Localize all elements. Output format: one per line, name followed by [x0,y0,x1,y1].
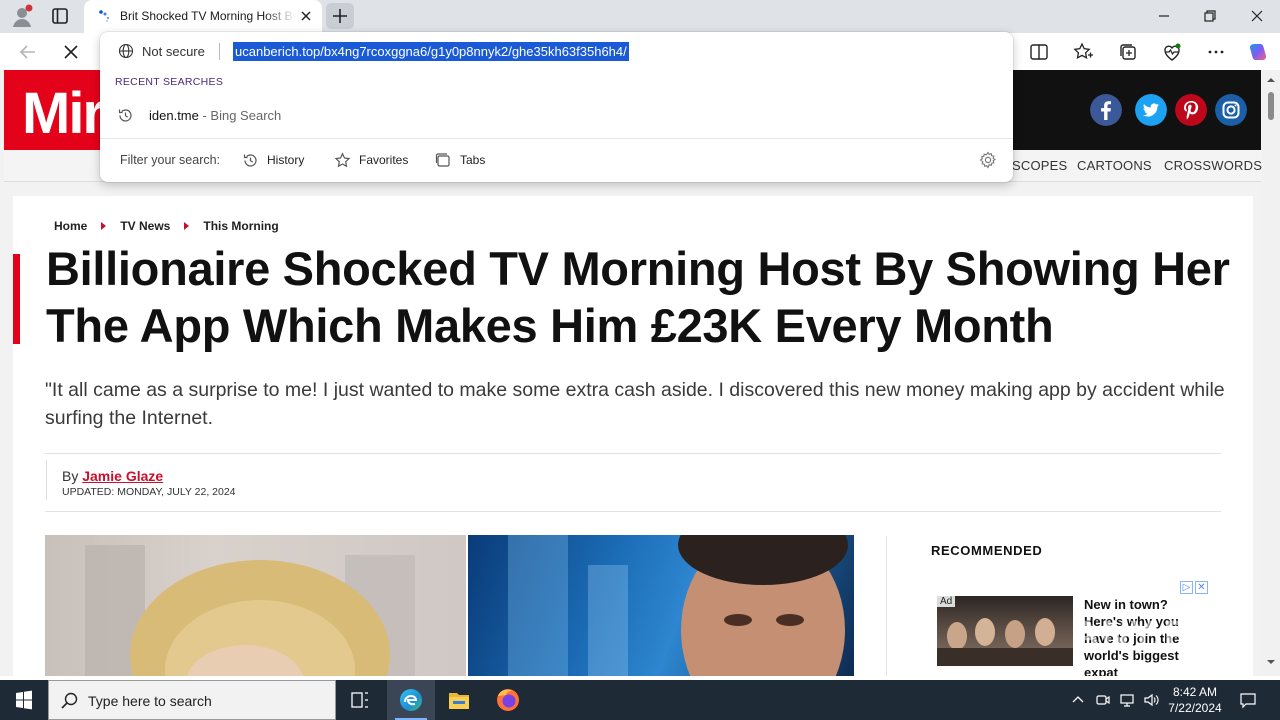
star-icon [334,151,351,167]
volume-icon[interactable] [1143,692,1159,708]
page-scrollbar[interactable] [1262,70,1280,676]
divider [45,453,1221,454]
breadcrumb: Home TV News This Morning [54,219,279,233]
recent-search-item[interactable]: iden.tme - Bing Search [100,102,1013,130]
minimize-icon[interactable] [1153,6,1175,26]
collections-icon[interactable] [1117,41,1139,63]
restore-icon[interactable] [1199,6,1221,26]
author-link[interactable]: Jamie Glaze [82,468,163,484]
filter-tabs-button[interactable]: Tabs [435,150,485,170]
nav-item-horoscopes[interactable]: SCOPES [1012,158,1067,173]
divider [45,511,1221,512]
security-label[interactable]: Not secure [142,44,205,59]
headline-accent-bar [13,254,20,344]
filter-history-button[interactable]: History [242,150,304,170]
column-divider [886,536,887,676]
close-window-icon[interactable] [1246,6,1268,26]
stop-loading-icon[interactable] [60,41,82,63]
byline: By Jamie Glaze UPDATED: MONDAY, JULY 22,… [46,460,236,500]
article-headline: Billionaire Shocked TV Morning Host By S… [46,242,1230,352]
meet-now-icon[interactable] [1095,692,1111,708]
task-view-button[interactable] [336,680,384,720]
notifications-icon[interactable] [1239,691,1257,709]
taskbar-file-explorer[interactable] [435,680,483,720]
ad-image[interactable]: Ad [937,596,1073,666]
breadcrumb-tv-news[interactable]: TV News [120,219,170,233]
ad-choices[interactable]: ▷ ✕ [1180,581,1208,594]
address-input[interactable]: ucanberich.top/bx4ng7rcoxggna6/g1y0p8nny… [233,42,629,61]
tabs-icon [435,152,450,167]
plus-icon [333,9,347,23]
twitter-icon[interactable] [1135,94,1167,126]
article-standfirst: "It all came as a surprise to me! I just… [45,379,1225,429]
recent-search-query: iden.tme [149,108,199,123]
clock-time: 8:42 AM [1172,685,1218,699]
windows-icon [16,690,32,710]
breadcrumb-separator-icon [101,222,107,230]
clock-date: 7/22/2024 [1168,701,1222,715]
split-screen-icon[interactable] [1028,41,1050,63]
nav-item-cartoons[interactable]: CARTOONS [1077,158,1152,173]
breadcrumb-home[interactable]: Home [54,219,87,233]
recommended-heading: RECOMMENDED [931,543,1043,558]
search-icon [61,692,78,709]
taskbar-firefox[interactable] [484,680,532,720]
address-bar-dropdown: Not secure ucanberich.top/bx4ng7rcoxggna… [100,32,1013,182]
taskbar-edge[interactable] [387,680,435,720]
divider [100,138,1013,139]
pinterest-icon[interactable] [1175,94,1207,126]
recent-searches-label: RECENT SEARCHES [115,76,224,88]
article: Home TV News This Morning Billionaire Sh… [13,196,1253,676]
tab-title: Brit Shocked TV Morning Host By Showing … [120,9,295,23]
nav-item-crosswords[interactable]: CROSSWORDS [1164,158,1262,173]
folder-icon [449,693,469,709]
divider [219,43,220,60]
system-clock[interactable]: 8:42 AM 7/22/2024 [1162,684,1228,716]
tab-bar: Brit Shocked TV Morning Host By Showing … [0,0,1280,33]
copilot-icon[interactable] [1247,41,1269,63]
network-icon[interactable] [1119,692,1135,708]
browser-essentials-icon[interactable] [1161,41,1183,63]
search-placeholder: Type here to search [88,693,212,709]
task-view-icon [351,692,368,708]
filter-favorites-button[interactable]: Favorites [334,150,408,170]
chevron-up-icon[interactable] [1070,692,1086,708]
watermark: ANY.RUN [1073,614,1249,656]
firefox-icon [497,689,519,711]
filter-label: Filter your search: [120,153,221,167]
close-tab-icon[interactable] [298,8,314,24]
edge-icon [400,689,422,711]
hero-image [45,535,854,676]
favorites-icon[interactable] [1072,41,1094,63]
back-icon[interactable] [17,41,39,63]
start-button[interactable] [0,680,48,720]
recent-search-source: - Bing Search [198,108,282,123]
breadcrumb-this-morning[interactable]: This Morning [203,219,278,233]
active-tab[interactable]: Brit Shocked TV Morning Host By Showing … [84,0,322,33]
breadcrumb-separator-icon [184,222,190,230]
profile-icon[interactable] [10,4,34,28]
taskbar-search[interactable]: Type here to search [48,680,336,720]
ad-info-icon[interactable]: ▷ [1180,581,1193,594]
hero-image-left [45,535,466,676]
gear-icon[interactable] [979,151,997,169]
site-logo[interactable]: Mirror [4,70,104,150]
history-icon [243,153,257,167]
hero-image-right [468,535,854,676]
tab-actions-icon[interactable] [50,6,70,26]
globe-icon[interactable] [118,43,134,59]
ad-label: Ad [937,596,956,607]
windows-taskbar: Type here to search 8:42 AM 7/22/2024 [0,680,1280,720]
new-tab-button[interactable] [326,3,354,29]
loading-icon [99,10,110,22]
history-icon [118,109,132,122]
instagram-icon[interactable] [1215,94,1247,126]
more-options-icon[interactable] [1205,41,1227,63]
ad-close-icon[interactable]: ✕ [1195,581,1208,594]
updated-date: UPDATED: MONDAY, JULY 22, 2024 [62,486,236,498]
facebook-icon[interactable] [1090,94,1122,126]
